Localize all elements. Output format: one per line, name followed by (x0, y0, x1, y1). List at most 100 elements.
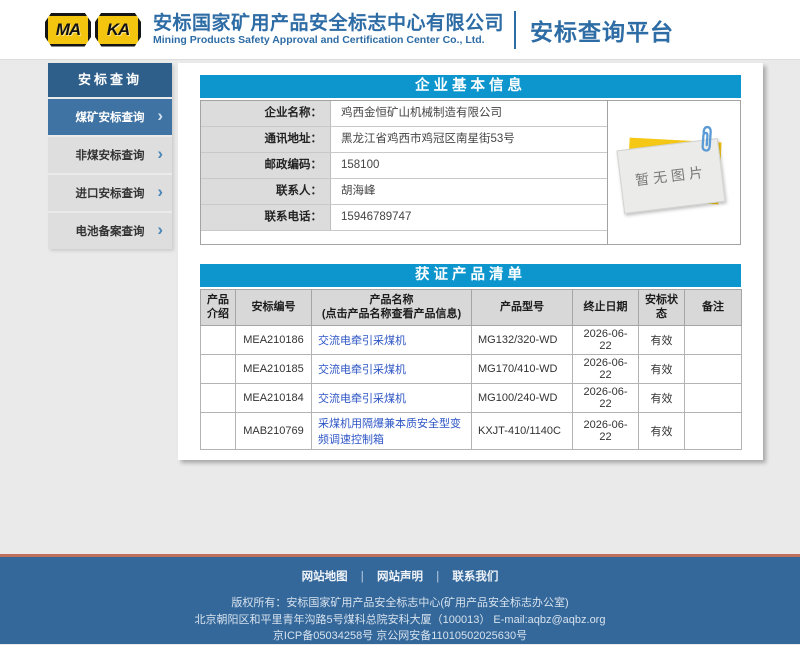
site-header: MA KA 安标国家矿用产品安全标志中心有限公司 Mining Products… (0, 0, 800, 60)
maka-logo[interactable]: MA KA (45, 13, 141, 47)
org-name-en: Mining Products Safety Approval and Cert… (153, 34, 504, 46)
no-image-placeholder: 暂无图片 (618, 132, 730, 218)
chevron-right-icon: › (157, 182, 163, 202)
sidebar-item-label: 非煤安标查询 (76, 147, 145, 163)
sidebar-title: 安标查询 (48, 63, 172, 97)
sidebar-item-label: 电池备案查询 (76, 223, 145, 239)
address-label: 通讯地址： (201, 127, 331, 152)
product-intro-cell (201, 383, 236, 412)
enterprise-section-title: 企业基本信息 (200, 75, 741, 98)
platform-title: 安标查询平台 (530, 13, 674, 47)
contact-person-label: 联系人： (201, 179, 331, 204)
chevron-right-icon: › (157, 220, 163, 240)
contact-phone-value: 15946789747 (331, 205, 607, 230)
paperclip-icon (697, 123, 715, 159)
col-product-name-line2: (点击产品名称查看产品信息) (322, 308, 461, 320)
col-end-date: 终止日期 (573, 290, 639, 326)
end-date-cell: 2026-06-22 (573, 383, 639, 412)
status-cell: 有效 (639, 412, 685, 449)
address-value: 黑龙江省鸡西市鸡冠区南星街53号 (331, 127, 607, 152)
status-cell: 有效 (639, 325, 685, 354)
footer-link-contact[interactable]: 联系我们 (452, 571, 498, 583)
postal-code-label: 邮政编码： (201, 153, 331, 178)
contact-phone-label: 联系电话： (201, 205, 331, 230)
company-image-cell: 暂无图片 (607, 101, 740, 244)
footer-copyright: 版权所有：安标国家矿用产品安全标志中心(矿用产品安全标志办公室) (0, 595, 800, 612)
product-name-link[interactable]: 交流电牵引采煤机 (318, 364, 406, 376)
col-approval-code: 安标编号 (236, 290, 312, 326)
remark-cell (685, 325, 742, 354)
end-date-cell: 2026-06-22 (573, 325, 639, 354)
logo-ma-badge-icon: MA (45, 13, 91, 47)
product-intro-cell (201, 354, 236, 383)
product-name-cell: 交流电牵引采煤机 (312, 325, 472, 354)
chevron-right-icon: › (157, 144, 163, 164)
products-table: 产品介绍 安标编号 产品名称 (点击产品名称查看产品信息) 产品型号 终止日期 … (200, 289, 742, 450)
col-approval-status: 安标状态 (639, 290, 685, 326)
products-section-title: 获证产品清单 (200, 264, 741, 287)
footer-address: 北京朝阳区和平里青年沟路5号煤科总院安科大厦（100013） E-mail:aq… (0, 612, 800, 629)
product-model-cell: MG132/320-WD (472, 325, 573, 354)
product-name-link[interactable]: 采煤机用隔爆兼本质安全型变频调速控制箱 (318, 418, 461, 446)
col-product-name: 产品名称 (点击产品名称查看产品信息) (312, 290, 472, 326)
end-date-cell: 2026-06-22 (573, 354, 639, 383)
main-area: 安标查询 煤矿安标查询 › 非煤安标查询 › 进口安标查询 › 电池备案查询 ›… (0, 60, 800, 554)
remark-cell (685, 383, 742, 412)
remark-cell (685, 412, 742, 449)
end-date-cell: 2026-06-22 (573, 412, 639, 449)
postal-code-value: 158100 (331, 153, 607, 178)
company-name-value: 鸡西金恒矿山机械制造有限公司 (331, 101, 607, 126)
product-model-cell: MG170/410-WD (472, 354, 573, 383)
site-footer: 网站地图 | 网站声明 | 联系我们 版权所有：安标国家矿用产品安全标志中心(矿… (0, 554, 800, 644)
footer-body: 版权所有：安标国家矿用产品安全标志中心(矿用产品安全标志办公室) 北京朝阳区和平… (0, 595, 800, 645)
footer-link-separator: | (361, 571, 364, 583)
col-product-intro: 产品介绍 (201, 290, 236, 326)
col-remark: 备注 (685, 290, 742, 326)
content-panel: 企业基本信息 企业名称： 鸡西金恒矿山机械制造有限公司 通讯地址： 黑龙江省鸡西… (178, 63, 763, 460)
org-name-cn: 安标国家矿用产品安全标志中心有限公司 (153, 13, 504, 35)
logo-ka-badge-icon: KA (95, 13, 141, 47)
approval-code-cell: MEA210184 (236, 383, 312, 412)
table-row: 企业名称： 鸡西金恒矿山机械制造有限公司 (201, 101, 607, 127)
sidebar-item-coal-mine-query[interactable]: 煤矿安标查询 › (48, 99, 172, 135)
footer-links: 网站地图 | 网站声明 | 联系我们 (0, 568, 800, 584)
contact-person-value: 胡海峰 (331, 179, 607, 204)
sidebar-item-label: 煤矿安标查询 (76, 109, 145, 125)
product-name-cell: 采煤机用隔爆兼本质安全型变频调速控制箱 (312, 412, 472, 449)
footer-link-separator: | (436, 571, 439, 583)
remark-cell (685, 354, 742, 383)
status-cell: 有效 (639, 354, 685, 383)
col-product-name-line1: 产品名称 (370, 294, 414, 306)
table-row: MEA210186 交流电牵引采煤机 MG132/320-WD 2026-06-… (201, 325, 742, 354)
table-row: 通讯地址： 黑龙江省鸡西市鸡冠区南星街53号 (201, 127, 607, 153)
header-divider (514, 11, 516, 49)
company-name-label: 企业名称： (201, 101, 331, 126)
approval-code-cell: MAB210769 (236, 412, 312, 449)
org-titles: 安标国家矿用产品安全标志中心有限公司 Mining Products Safet… (153, 13, 504, 47)
sidebar-item-label: 进口安标查询 (76, 185, 145, 201)
product-name-link[interactable]: 交流电牵引采煤机 (318, 335, 406, 347)
product-name-cell: 交流电牵引采煤机 (312, 354, 472, 383)
status-cell: 有效 (639, 383, 685, 412)
sidebar: 安标查询 煤矿安标查询 › 非煤安标查询 › 进口安标查询 › 电池备案查询 › (48, 63, 172, 249)
table-row: MEA210185 交流电牵引采煤机 MG170/410-WD 2026-06-… (201, 354, 742, 383)
table-row: 联系人： 胡海峰 (201, 179, 607, 205)
table-row: 邮政编码： 158100 (201, 153, 607, 179)
table-row: MEA210184 交流电牵引采煤机 MG100/240-WD 2026-06-… (201, 383, 742, 412)
products-section: 获证产品清单 产品介绍 安标编号 产品名称 (点击产品名称查看产品信息) 产品型… (200, 264, 741, 450)
enterprise-info-table: 企业名称： 鸡西金恒矿山机械制造有限公司 通讯地址： 黑龙江省鸡西市鸡冠区南星街… (200, 100, 741, 245)
footer-link-statement[interactable]: 网站声明 (377, 571, 423, 583)
product-name-link[interactable]: 交流电牵引采煤机 (318, 393, 406, 405)
approval-code-cell: MEA210186 (236, 325, 312, 354)
product-intro-cell (201, 412, 236, 449)
sidebar-item-import-query[interactable]: 进口安标查询 › (48, 175, 172, 211)
table-header-row: 产品介绍 安标编号 产品名称 (点击产品名称查看产品信息) 产品型号 终止日期 … (201, 290, 742, 326)
enterprise-info-rows: 企业名称： 鸡西金恒矿山机械制造有限公司 通讯地址： 黑龙江省鸡西市鸡冠区南星街… (201, 101, 607, 244)
col-product-model: 产品型号 (472, 290, 573, 326)
footer-icp: 京ICP备05034258号 京公网安备11010502025630号 (0, 628, 800, 645)
table-row: 联系电话： 15946789747 (201, 205, 607, 231)
sidebar-item-battery-record-query[interactable]: 电池备案查询 › (48, 213, 172, 249)
footer-link-sitemap[interactable]: 网站地图 (302, 571, 348, 583)
product-intro-cell (201, 325, 236, 354)
sidebar-item-non-coal-query[interactable]: 非煤安标查询 › (48, 137, 172, 173)
